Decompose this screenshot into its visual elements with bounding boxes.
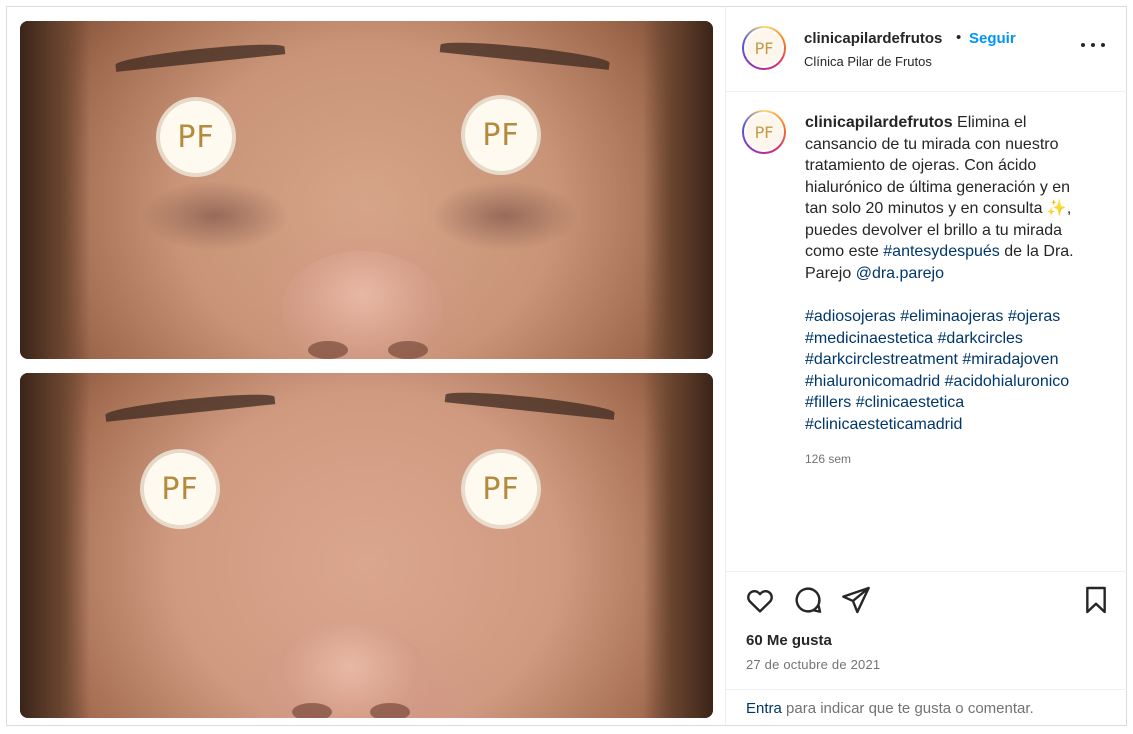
login-prompt: Entra para indicar que te gusta o coment… [746,700,1034,717]
comment-icon[interactable] [792,584,824,616]
after-photo: PF PF [20,373,713,718]
eyebrow-right [444,388,616,420]
eyebrow-left [104,390,276,422]
avatar[interactable]: PF [742,26,786,70]
follow-button[interactable]: Seguir [969,30,1016,47]
hair-right [643,373,713,718]
nose [270,623,430,718]
action-bar [726,571,1127,632]
hashtag-link[interactable]: #ojeras [1008,308,1060,325]
nostril-right [388,341,428,359]
avatar-logo: PF [746,30,782,66]
eye-logo-right: PF [465,99,537,171]
hashtag-link[interactable]: #eliminaojeras [900,308,1003,325]
hair-right [643,21,713,359]
avatar-logo: PF [746,114,782,150]
undereye-right [430,181,580,251]
caption-username-link[interactable]: clinicapilardefrutos [805,114,953,131]
caption-timestamp[interactable]: 126 sem [805,452,851,466]
like-count[interactable]: 60 Me gusta [746,632,832,649]
eyebrow-left [114,40,286,72]
sparkles-emoji: ✨ [1046,200,1067,217]
caption-text: clinicapilardefrutos Elimina el cansanci… [805,112,1095,435]
hashtag-link[interactable]: #medicinaestetica [805,330,933,347]
post-media[interactable]: PF PF PF PF [20,21,713,718]
hashtag-link[interactable]: #hialuronicomadrid [805,373,940,390]
hashtag-link[interactable]: #miradajoven [962,351,1058,368]
more-options-icon[interactable] [1081,37,1105,53]
hashtag-link[interactable]: #darkcircles [938,330,1023,347]
bookmark-icon[interactable] [1080,584,1112,616]
login-link[interactable]: Entra [746,700,782,717]
hashtag-link[interactable]: #darkcirclestreatment [805,351,958,368]
avatar-ring: PF [744,112,784,152]
hashtag-link[interactable]: #antesydespués [883,243,1000,260]
hair-left [20,21,90,359]
mention-link[interactable]: @dra.parejo [856,265,944,282]
nostril-left [292,703,332,718]
hashtag-link[interactable]: #acidohialuronico [945,373,1070,390]
share-icon[interactable] [840,584,872,616]
hashtag-link[interactable]: #adiosojeras [805,308,896,325]
caption-avatar[interactable]: PF [742,110,786,154]
heart-icon[interactable] [744,584,776,616]
nostril-right [370,703,410,718]
undereye-left [140,181,290,251]
eye-logo-left: PF [144,453,216,525]
account-full-name: Clínica Pilar de Frutos [804,54,932,69]
hair-left [20,373,90,718]
post-side-panel: PF clinicapilardefrutos • Seguir Clínica… [725,7,1127,725]
hashtag-list: #adiosojeras #eliminaojeras #ojeras #med… [805,306,1095,435]
hashtag-link[interactable]: #clinicaesteticamadrid [805,416,962,433]
eyebrow-right [439,38,611,70]
post-header: PF clinicapilardefrutos • Seguir Clínica… [726,7,1127,92]
separator-dot: • [956,29,962,46]
nostril-left [308,341,348,359]
login-prompt-text: para indicar que te gusta o comentar. [781,700,1034,717]
post-frame: PF PF PF PF PF clinicapilardefrutos • Se… [6,6,1127,726]
comment-bar: Entra para indicar que te gusta o coment… [726,689,1127,726]
hashtag-link[interactable]: #fillers [805,394,851,411]
post-date[interactable]: 27 de octubre de 2021 [746,657,880,672]
eye-logo-left: PF [160,101,232,173]
hashtag-link[interactable]: #clinicaestetica [856,394,965,411]
avatar-ring: PF [744,28,784,68]
eye-logo-right: PF [465,453,537,525]
before-photo: PF PF [20,21,713,359]
username-link[interactable]: clinicapilardefrutos [804,30,942,47]
